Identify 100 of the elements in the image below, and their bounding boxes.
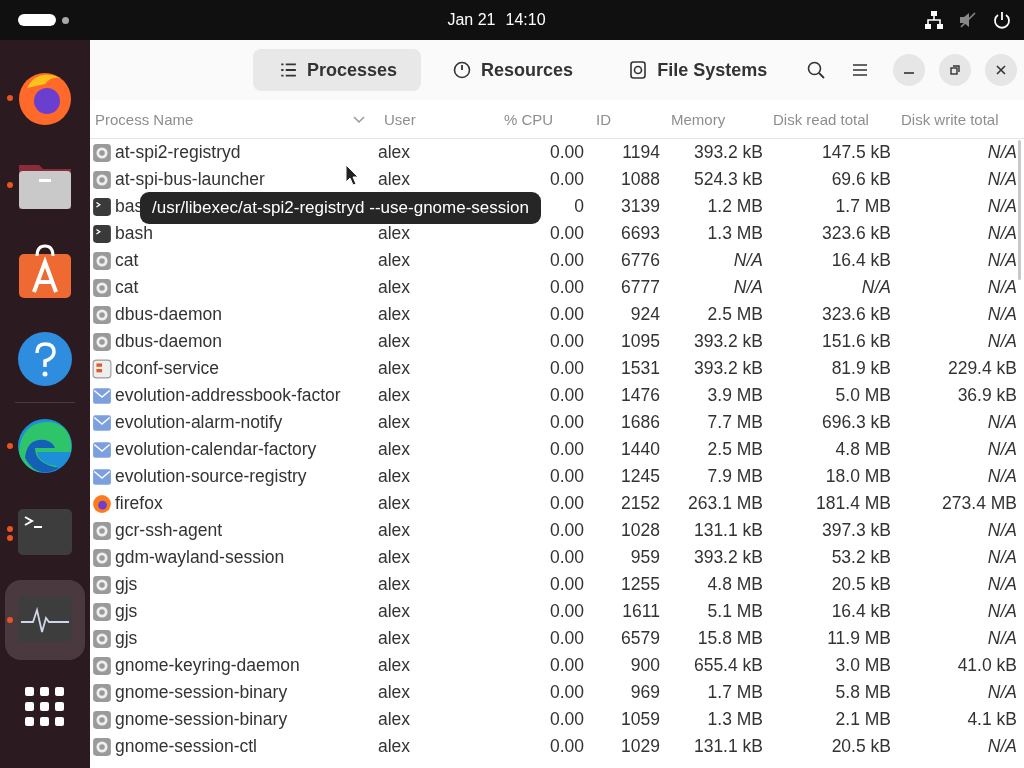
id-cell: 900 <box>630 655 660 675</box>
write-cell: N/A <box>987 412 1017 432</box>
tab[interactable]: File Systems <box>603 49 792 91</box>
read-cell: 53.2 kB <box>831 547 891 567</box>
tooltip: /usr/libexec/at-spi2-registryd --use-gnome-session <box>140 192 541 224</box>
gear-icon <box>92 655 112 676</box>
gauge-icon <box>453 61 472 79</box>
column-header[interactable]: Process Name <box>90 110 378 128</box>
cpu-cell: 0.00 <box>549 277 584 297</box>
running-dot <box>7 525 13 532</box>
write-cell: N/A <box>987 142 1017 162</box>
read-cell: 81.9 kB <box>831 358 891 378</box>
memory-cell: 655.4 kB <box>693 655 763 675</box>
memory-cell: 1.2 MB <box>707 196 763 216</box>
user-cell: alex <box>378 574 411 594</box>
read-cell: 5.8 MB <box>835 682 891 702</box>
user-cell: alex <box>378 682 411 702</box>
user-cell: alex <box>378 277 411 297</box>
workspace-dot[interactable] <box>62 16 69 24</box>
read-cell: 1.7 MB <box>835 196 891 216</box>
list-icon <box>279 61 297 79</box>
user-cell: alex <box>378 331 411 351</box>
app-store-icon[interactable] <box>19 244 71 298</box>
speaker-icon[interactable] <box>958 10 978 30</box>
cpu-cell: 0.00 <box>549 493 584 513</box>
process-name: gcr-ssh-agent <box>115 520 222 541</box>
memory-cell: 393.2 kB <box>693 331 763 351</box>
gear-icon <box>92 277 112 298</box>
column-header[interactable]: Disk read total <box>767 110 895 128</box>
column-header[interactable]: ID <box>590 110 665 128</box>
id-cell: 1531 <box>621 358 660 378</box>
system-monitor-icon[interactable] <box>18 596 72 642</box>
id-cell: 6777 <box>621 277 660 297</box>
gear-icon <box>92 520 112 541</box>
user-cell: alex <box>378 601 411 621</box>
process-name: evolution-calendar-factory <box>115 439 317 460</box>
firefox-icon[interactable] <box>19 73 71 125</box>
id-cell: 1245 <box>621 466 660 486</box>
write-cell: N/A <box>987 331 1017 351</box>
id-cell: 6693 <box>621 223 660 243</box>
help-icon[interactable] <box>18 332 72 386</box>
read-cell: 5.0 MB <box>835 385 891 405</box>
write-cell: N/A <box>987 223 1017 243</box>
close-button[interactable] <box>985 54 1018 86</box>
process-name: dbus-daemon <box>115 304 223 325</box>
power-icon[interactable] <box>992 10 1012 30</box>
terminal-icon[interactable] <box>18 509 72 555</box>
id-cell: 1255 <box>621 574 660 594</box>
column-header[interactable]: Memory <box>665 110 767 128</box>
id-cell: 1088 <box>621 169 660 189</box>
id-cell: 1476 <box>621 385 660 405</box>
cpu-cell: 0.00 <box>549 547 584 567</box>
user-cell: alex <box>378 439 411 459</box>
write-cell: N/A <box>987 601 1017 621</box>
memory-cell: 7.7 MB <box>707 412 763 432</box>
scrollbar[interactable] <box>1018 140 1021 280</box>
process-name: dbus-daemon <box>115 331 223 352</box>
process-name: gjs <box>115 574 138 595</box>
write-cell: 229.4 kB <box>947 358 1017 378</box>
id-cell: 924 <box>630 304 660 324</box>
user-cell: alex <box>378 655 411 675</box>
process-name: gnome-session-binary <box>115 682 288 703</box>
id-cell: 1194 <box>622 142 660 162</box>
tab[interactable]: Resources <box>427 49 598 91</box>
date[interactable]: Jan 21 <box>447 11 496 29</box>
read-cell: 69.6 kB <box>831 169 891 189</box>
app-grid-icon[interactable] <box>25 687 65 727</box>
user-cell: alex <box>378 169 411 189</box>
folder-icon[interactable] <box>19 165 71 209</box>
memory-cell: 131.1 kB <box>693 736 763 756</box>
edge-icon[interactable] <box>18 419 72 473</box>
restore-button[interactable] <box>939 54 972 86</box>
user-cell: alex <box>378 493 411 513</box>
gear-icon <box>92 601 112 622</box>
read-cell: 2.1 MB <box>835 709 891 729</box>
process-name: gjs <box>115 601 138 622</box>
write-cell: N/A <box>987 574 1017 594</box>
time[interactable]: 14:10 <box>505 11 546 29</box>
cpu-cell: 0.00 <box>549 709 584 729</box>
column-header[interactable]: % CPU <box>498 110 590 128</box>
cpu-cell: 0 <box>574 196 584 216</box>
id-cell: 6776 <box>621 250 660 270</box>
gear-icon <box>92 709 112 730</box>
read-cell: 397.3 kB <box>821 520 891 540</box>
running-dot <box>7 182 13 188</box>
column-header[interactable]: User <box>378 110 498 128</box>
cpu-cell: 0.00 <box>549 304 584 324</box>
cpu-cell: 0.00 <box>549 439 584 459</box>
user-cell: alex <box>378 142 411 162</box>
tab[interactable]: Processes <box>253 49 422 91</box>
cpu-cell: 0.00 <box>549 601 584 621</box>
network-icon[interactable] <box>924 10 944 30</box>
id-cell: 1028 <box>621 520 660 540</box>
activities-indicator[interactable] <box>18 14 56 26</box>
read-cell: 16.4 kB <box>831 250 891 270</box>
column-header[interactable]: Disk write total <box>895 110 1019 128</box>
memory-cell: 393.2 kB <box>693 142 763 162</box>
process-name: at-spi2-registryd <box>115 142 241 163</box>
cpu-cell: 0.00 <box>549 574 584 594</box>
write-cell: N/A <box>987 520 1017 540</box>
